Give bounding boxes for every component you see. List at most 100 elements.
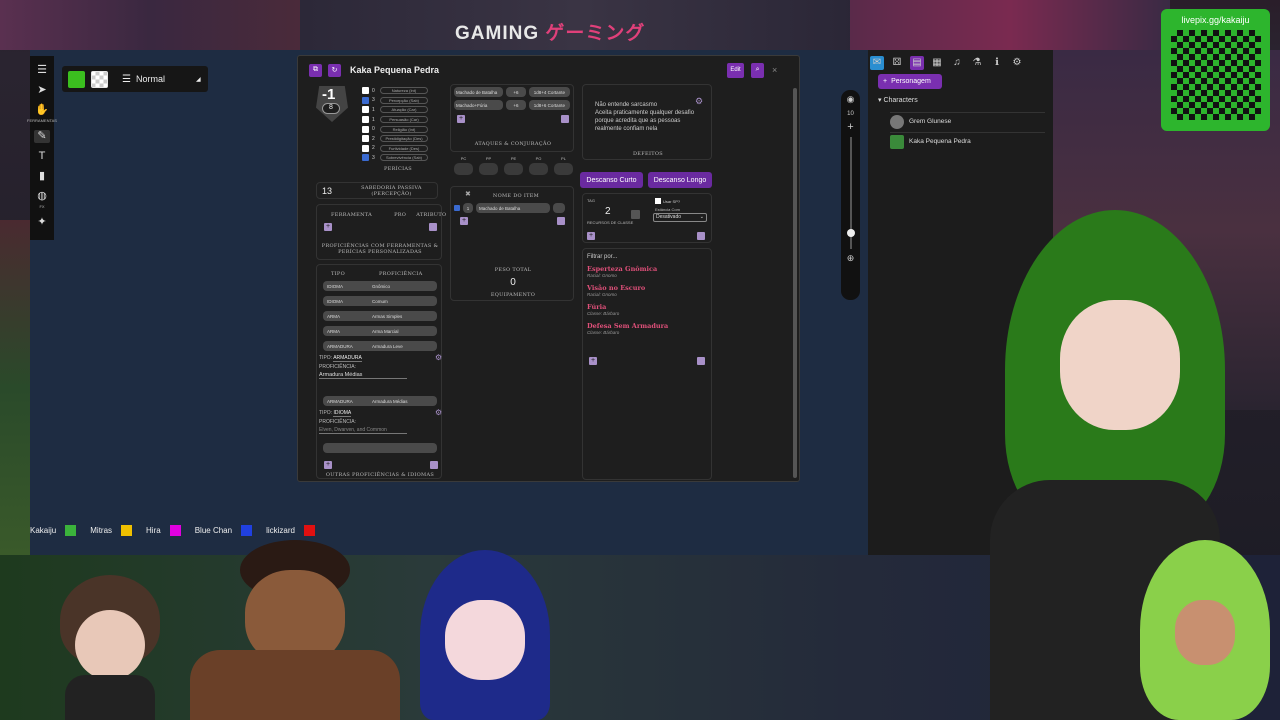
settings-gear-icon[interactable]: ⚙ [1010,56,1024,70]
skill-row[interactable]: 1 Atuação (Car) [362,105,437,115]
skill-row[interactable]: 0 Religião (Int) [362,124,437,134]
use-sp-toggle[interactable]: Usar SP? [655,198,680,204]
add-tool-button[interactable]: + [324,223,332,231]
proficiency-checkbox[interactable] [362,144,369,152]
feature-item[interactable]: Visão no Escuro Racial: Gnomo [587,284,707,297]
info-icon[interactable]: ℹ [990,56,1004,70]
add-resource-button[interactable]: + [587,232,595,240]
use-sp-checkbox[interactable] [655,198,661,204]
add-feature-button[interactable]: + [589,357,597,365]
secondary-color-swatch[interactable] [91,70,108,88]
add-character-button[interactable]: + Personagem [878,74,942,89]
popout-icon[interactable]: ⧉ [309,63,322,77]
primary-color-swatch[interactable] [68,70,85,88]
feature-item[interactable]: Esperteza Gnômica Racial: Gnomo [587,265,707,278]
prof-row[interactable]: ARMADURA Armadura Leve [323,341,437,351]
attack-damage[interactable]: 1d8+6 Cortante [528,100,570,110]
coin-field[interactable]: PP [479,156,498,184]
coin-field[interactable]: PC [454,156,473,184]
equipped-checkbox[interactable] [454,205,460,211]
zoom-reset-icon[interactable]: ⊕ [841,253,860,264]
skill-row[interactable]: 1 Persuasão (Car) [362,115,437,125]
flaws-text[interactable]: Não entende sarcasmo Aceita praticamente… [583,85,711,133]
coin-field[interactable]: PO [529,156,548,184]
feature-name[interactable]: Visão no Escuro [587,284,707,292]
coin-field[interactable]: PE [504,156,523,184]
lock-icon[interactable] [561,115,569,123]
pan-hand-icon[interactable]: ✋ [34,104,50,117]
wand-icon[interactable]: ✦ [34,216,50,229]
skill-row[interactable]: 3 Sobrevivência (Sab) [362,153,437,163]
text-tool-icon[interactable]: T [34,150,50,163]
item-name[interactable]: Machado de Batalha [476,203,550,213]
proficiency-checkbox[interactable] [362,154,369,162]
lock-icon[interactable] [697,357,705,365]
item-weight[interactable] [553,203,565,213]
lock-icon[interactable] [697,232,705,240]
select-arrow-icon[interactable]: ➤ [34,84,50,97]
coin-input[interactable] [554,163,573,175]
jukebox-icon[interactable]: ♫ [950,56,964,70]
gear-icon[interactable]: ⚙ [695,96,703,107]
long-rest-button[interactable]: Descanso Longo [648,172,712,188]
ruler-icon[interactable]: ▮ [34,170,50,183]
journal-icon[interactable]: ▤ [910,56,924,70]
prof-row[interactable]: IDIOMA Comum [323,296,437,306]
attack-name[interactable]: Machado+Fúria [454,100,504,110]
proficiency-checkbox[interactable] [362,96,369,104]
attack-bonus[interactable]: +6 [506,87,526,97]
characters-folder[interactable]: ▾ Characters [878,96,918,104]
skill-row[interactable]: 3 Percepção (Sab) [362,96,437,106]
restore-select[interactable]: Desativado ⌄ [653,213,707,222]
search-icon[interactable]: ⌕ [751,62,765,78]
character-entry[interactable]: Kaka Pequena Pedra [890,132,1045,150]
compendium-icon[interactable]: ▦ [930,56,944,70]
attack-name[interactable]: Machado de Batalha [454,87,504,97]
attack-bonus[interactable]: +6 [506,100,526,110]
inventory-row[interactable]: 1 Machado de Batalha [454,203,565,213]
close-icon[interactable]: × [772,65,777,75]
lock-icon[interactable] [429,223,437,231]
resource-value[interactable]: 2 [605,206,611,217]
proficiency-checkbox[interactable] [362,125,369,133]
proficiency-checkbox[interactable] [362,106,369,114]
draw-pencil-icon[interactable]: ✎ [34,130,50,143]
coin-input[interactable] [504,163,523,175]
proficiency-checkbox[interactable] [362,87,369,95]
character-entry[interactable]: Grem Glunese [890,112,1045,130]
refresh-icon[interactable]: ↻ [328,63,341,77]
feature-name[interactable]: Defesa Sem Armadura [587,322,707,330]
add-item-button[interactable]: + [460,217,468,225]
type-value[interactable]: IDIOMA [333,410,352,417]
delete-icon[interactable]: ✖ [465,190,471,198]
add-attack-button[interactable]: + [457,115,465,123]
coin-field[interactable]: PL [554,156,573,184]
coin-input[interactable] [479,163,498,175]
prof-value-input[interactable]: Armadura Médias [319,372,407,379]
prof-row[interactable]: ARMA Arma Marcial [323,326,437,336]
type-value[interactable]: ARMADURA [333,355,362,362]
prof-value-input[interactable]: Elven, Dwarven, and Common [319,427,407,434]
feature-item[interactable]: Defesa Sem Armadura Classe: Bárbaro [587,322,707,335]
eye-icon[interactable]: ◉ [841,94,860,105]
attack-row[interactable]: Machado de Batalha +6 1d8+4 Cortante [454,87,570,97]
feature-name[interactable]: Fúria [587,303,707,311]
add-prof-button[interactable]: + [324,461,332,469]
gear-icon[interactable]: ⚙ [435,353,442,362]
resource-max[interactable] [631,210,640,219]
prof-row-armor[interactable]: ARMADURA Armadura Médias [323,396,437,406]
dice-icon[interactable]: ⚄ [890,56,904,70]
attack-damage[interactable]: 1d8+4 Cortante [528,87,570,97]
feature-name[interactable]: Esperteza Gnômica [587,265,707,273]
feature-item[interactable]: Fúria Classe: Bárbaro [587,303,707,316]
zoom-track[interactable] [846,137,855,249]
edit-button[interactable]: Edit [727,62,745,78]
skill-row[interactable]: 2 Prestidigitação (Des) [362,134,437,144]
lock-icon[interactable] [430,461,438,469]
gear-icon[interactable]: ⚙ [435,408,442,417]
skill-row[interactable]: 2 Furtividade (Des) [362,144,437,154]
proficiency-checkbox[interactable] [362,116,369,124]
lock-icon[interactable] [557,217,565,225]
collections-icon[interactable]: ⚗ [970,56,984,70]
prof-row-empty[interactable] [323,443,437,453]
